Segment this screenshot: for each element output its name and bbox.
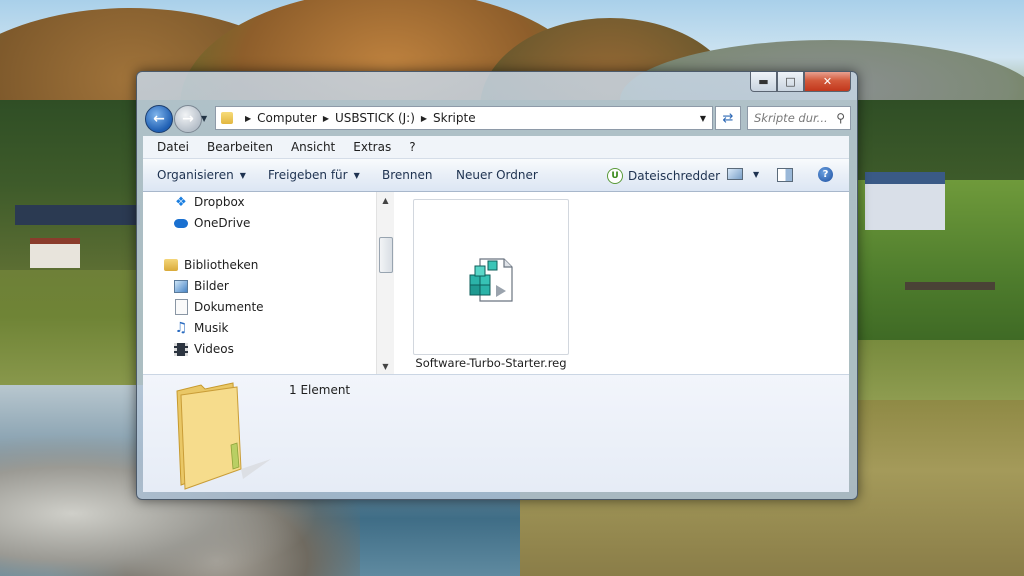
nav-item-label: Bilder <box>194 279 229 293</box>
folder-icon <box>221 112 233 124</box>
navigation-pane: ❖ Dropbox OneDrive Bibliotheken Bilder D… <box>143 192 394 374</box>
details-pane: 1 Element <box>143 374 849 492</box>
breadcrumb-item[interactable]: Skripte <box>433 111 476 125</box>
maximize-button[interactable]: □ <box>777 72 804 92</box>
help-icon: ? <box>818 167 833 182</box>
nav-pane-scrollbar[interactable]: ▲ ▼ <box>376 192 394 374</box>
close-icon: ✕ <box>822 75 833 88</box>
help-button[interactable]: ? <box>818 167 833 182</box>
navigation-bar: ← → ▼ ▶ Computer ▶ USBSTICK (J:) ▶ Skrip… <box>143 104 851 133</box>
menu-help[interactable]: ? <box>409 140 415 154</box>
menu-file[interactable]: Datei <box>157 140 189 154</box>
chevron-down-icon: ▼ <box>353 170 360 180</box>
minimize-button[interactable]: ▬ <box>750 72 777 92</box>
breadcrumb-item[interactable]: USBSTICK (J:) <box>335 111 415 125</box>
chevron-right-icon[interactable]: ▶ <box>323 114 329 123</box>
new-folder-button[interactable]: Neuer Ordner <box>456 168 538 182</box>
nav-item-onedrive[interactable]: OneDrive <box>174 216 250 230</box>
explorer-window: ▬ □ ✕ ← → ▼ ▶ Computer ▶ USBSTICK (J:) ▶… <box>136 71 858 500</box>
file-list: Software-Turbo-Starter.reg <box>393 192 849 374</box>
chevron-down-icon: ▼ <box>753 169 760 179</box>
menu-tools[interactable]: Extras <box>353 140 391 154</box>
organize-button[interactable]: Organisieren ▼ <box>157 168 246 182</box>
forward-button[interactable]: → <box>174 105 202 133</box>
file-name[interactable]: Software-Turbo-Starter.reg <box>393 356 589 370</box>
house <box>865 172 945 230</box>
nav-item-label: Musik <box>194 321 229 335</box>
preview-pane-button[interactable] <box>777 168 793 182</box>
nav-item-label: Bibliotheken <box>184 258 259 272</box>
nav-item-videos[interactable]: Videos <box>174 342 234 356</box>
minimize-icon: ▬ <box>758 75 769 88</box>
nav-item-music[interactable]: ♫ Musik <box>174 320 229 336</box>
dropbox-icon: ❖ <box>175 194 187 210</box>
nav-item-documents[interactable]: Dokumente <box>174 299 264 315</box>
file-item[interactable] <box>413 199 569 355</box>
nav-item-libraries[interactable]: Bibliotheken <box>164 258 258 272</box>
close-button[interactable]: ✕ <box>804 72 851 92</box>
shelter <box>905 282 995 320</box>
videos-icon <box>174 342 188 356</box>
nav-item-label: Dropbox <box>194 195 245 209</box>
organize-label: Organisieren <box>157 168 234 182</box>
share-label: Freigeben für <box>268 168 348 182</box>
share-button[interactable]: Freigeben für ▼ <box>268 168 360 182</box>
burn-label: Brennen <box>382 168 433 182</box>
new-folder-label: Neuer Ordner <box>456 168 538 182</box>
menu-view[interactable]: Ansicht <box>291 140 335 154</box>
refresh-button[interactable]: ⇄ <box>715 106 741 130</box>
chevron-down-icon[interactable]: ▼ <box>700 114 706 123</box>
search-input[interactable]: Skripte dur... ⚲ <box>747 106 851 130</box>
recent-pages-dropdown[interactable]: ▼ <box>201 114 207 123</box>
refresh-icon: ⇄ <box>722 110 734 126</box>
nav-item-dropbox[interactable]: ❖ Dropbox <box>174 194 245 210</box>
forward-arrow-icon: → <box>182 111 194 127</box>
shredder-icon: U <box>607 168 623 184</box>
nav-item-pictures[interactable]: Bilder <box>174 279 229 293</box>
onedrive-icon <box>174 216 188 230</box>
shredder-label: Dateischredder <box>628 169 721 183</box>
search-icon[interactable]: ⚲ <box>836 111 845 125</box>
nav-item-label: OneDrive <box>194 216 251 230</box>
menu-bar: Datei Bearbeiten Ansicht Extras ? <box>143 136 849 159</box>
chevron-right-icon[interactable]: ▶ <box>245 114 251 123</box>
back-arrow-icon: ← <box>153 111 165 127</box>
house <box>30 238 80 268</box>
caption-buttons: ▬ □ ✕ <box>750 72 851 92</box>
documents-icon <box>174 299 188 315</box>
scroll-down-button[interactable]: ▼ <box>377 358 394 374</box>
scroll-thumb[interactable] <box>379 237 393 273</box>
item-count: 1 Element <box>289 383 351 397</box>
nav-item-label: Videos <box>194 342 234 356</box>
scroll-up-button[interactable]: ▲ <box>377 192 394 208</box>
music-icon: ♫ <box>174 320 188 336</box>
search-placeholder: Skripte dur... <box>754 111 828 125</box>
chevron-right-icon[interactable]: ▶ <box>421 114 427 123</box>
chevron-down-icon: ▼ <box>239 170 246 180</box>
preview-pane-icon <box>777 168 793 182</box>
change-view-button[interactable]: ▼ <box>727 168 759 180</box>
maximize-icon: □ <box>785 75 796 88</box>
library-icon <box>164 258 178 272</box>
bridge <box>15 205 140 225</box>
nav-item-label: Dokumente <box>194 300 264 314</box>
pictures-icon <box>174 279 188 293</box>
address-bar[interactable]: ▶ Computer ▶ USBSTICK (J:) ▶ Skripte ▼ <box>215 106 713 130</box>
registry-file-icon <box>469 258 513 302</box>
burn-button[interactable]: Brennen <box>382 168 432 182</box>
main-area: ❖ Dropbox OneDrive Bibliotheken Bilder D… <box>143 192 849 374</box>
folder-icon <box>176 382 271 490</box>
back-button[interactable]: ← <box>145 105 173 133</box>
command-bar: Organisieren ▼ Freigeben für ▼ Brennen N… <box>143 159 849 192</box>
view-icon <box>727 168 743 180</box>
shredder-button[interactable]: U Dateischredder <box>607 168 720 184</box>
breadcrumb-item[interactable]: Computer <box>257 111 317 125</box>
menu-edit[interactable]: Bearbeiten <box>207 140 273 154</box>
